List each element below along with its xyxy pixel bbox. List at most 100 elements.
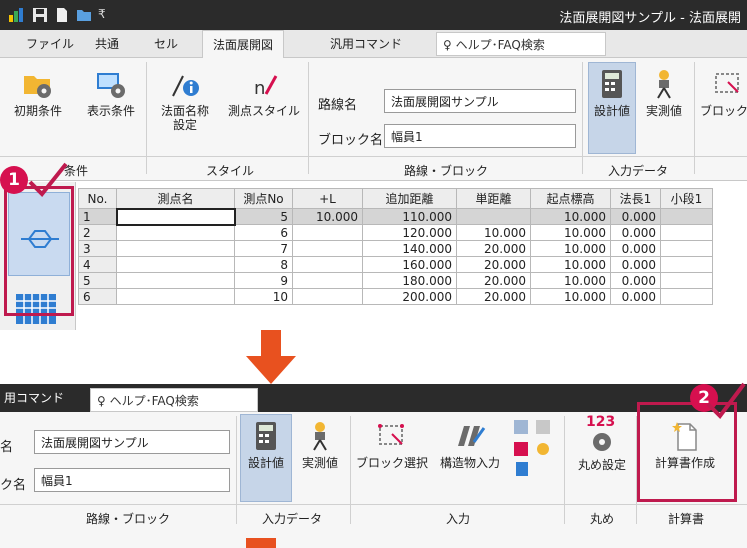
help-search-box[interactable]: ♀ ヘルプ･FAQ検索 — [90, 388, 258, 412]
arrow-tail — [246, 538, 276, 548]
ribbon-panel: 名 法面展開図サンプル ク名 幅員1 設計値 実測値 ブロック選択 構造物入力 … — [0, 412, 747, 548]
group-label-rounding: 丸め — [590, 512, 615, 526]
column-header[interactable]: No. — [78, 188, 117, 209]
column-header[interactable]: 法長1 — [610, 188, 661, 209]
window-title: 法面展開図サンプル - 法面展開 — [559, 11, 741, 26]
down-arrow-icon — [246, 330, 296, 384]
route-name-field[interactable]: 法面展開図サンプル — [384, 89, 576, 113]
ribbon-separator — [694, 62, 695, 174]
point-style-button[interactable]: n 測点スタイル — [224, 68, 304, 118]
tab-slope-development[interactable]: 法面展開図 — [202, 30, 285, 59]
help-search-box[interactable]: ♀ ヘルプ･FAQ検索 — [436, 32, 606, 56]
initial-conditions-button[interactable]: 初期条件 — [8, 68, 68, 118]
block-select-button[interactable]: ブロック選択 — [354, 420, 430, 470]
tab-general-commands[interactable]: 用コマンド — [4, 389, 64, 406]
group-label-route-block: 路線・ブロック — [86, 512, 171, 526]
tab-cell[interactable]: セル — [154, 35, 178, 52]
block-name-label: ク名 — [0, 478, 27, 493]
calculator-icon — [256, 422, 276, 450]
tab-file[interactable]: ファイル — [26, 35, 74, 52]
surveyor-icon — [657, 70, 671, 99]
customize-quick-access-icon[interactable]: ₹ — [98, 7, 114, 23]
help-search-placeholder: ヘルプ･FAQ検索 — [109, 394, 199, 408]
group-label-divider — [0, 156, 747, 157]
block-select-icon — [378, 424, 404, 445]
table-row[interactable]: 5 9 180.000 20.000 10.000 0.000 — [78, 272, 713, 289]
group-label-route-block: 路線・ブロック — [404, 164, 489, 178]
step1-highlight-frame — [4, 186, 74, 316]
tab-common[interactable]: 共通 — [95, 35, 119, 52]
table-row[interactable]: 6 10 200.000 20.000 10.000 0.000 — [78, 288, 713, 305]
design-value-button[interactable]: 設計値 — [588, 68, 636, 118]
monitor-gear-icon — [97, 73, 125, 98]
ribbon-separator — [236, 416, 237, 524]
table-header-row: No. 測点名 測点No +L 追加距離 単距離 起点標高 法長1 小段1 — [78, 188, 713, 209]
column-header[interactable]: 測点No — [234, 188, 293, 209]
ribbon-separator — [582, 62, 583, 174]
lightbulb-icon: ♀ — [443, 38, 452, 52]
surveyor-icon — [313, 422, 327, 451]
svg-text:123: 123 — [586, 414, 615, 430]
survey-point-table: No. 測点名 測点No +L 追加距離 単距離 起点標高 法長1 小段1 15… — [78, 188, 713, 305]
rounding-settings-button[interactable]: 123 丸め設定 — [570, 412, 634, 472]
ribbon-tabs-dark: 用コマンド ♀ ヘルプ･FAQ検索 — [0, 384, 747, 412]
column-header[interactable]: 起点標高 — [530, 188, 611, 209]
ribbon-separator — [350, 416, 351, 524]
group-label-style: スタイル — [206, 164, 255, 178]
step1-badge: 1 — [0, 166, 28, 194]
route-name-field[interactable]: 法面展開図サンプル — [34, 430, 230, 454]
column-header[interactable]: 単距離 — [456, 188, 531, 209]
block-select-button[interactable]: ブロック選 — [700, 68, 747, 118]
ribbon-separator — [308, 62, 309, 174]
ribbon-separator — [564, 416, 565, 524]
svg-text:n: n — [254, 78, 265, 99]
title-bar: ₹ 法面展開図サンプル - 法面展開 — [0, 0, 747, 30]
structure-pen-icon — [458, 426, 486, 446]
measured-value-button[interactable]: 実測値 — [296, 420, 344, 470]
import-export-icons[interactable] — [510, 418, 556, 478]
table-row[interactable]: 4 8 160.000 20.000 10.000 0.000 — [78, 256, 713, 273]
lightbulb-icon: ♀ — [97, 394, 106, 408]
bottom-screenshot: 用コマンド ♀ ヘルプ･FAQ検索 名 法面展開図サンプル ク名 幅員1 設計値… — [0, 384, 747, 548]
block-name-field[interactable]: 幅員1 — [34, 468, 230, 492]
open-folder-icon[interactable] — [76, 7, 92, 23]
column-header[interactable]: 小段1 — [660, 188, 713, 209]
selected-cell[interactable] — [115, 207, 236, 226]
calculator-icon — [602, 70, 622, 98]
group-label-divider — [0, 504, 747, 505]
help-search-placeholder: ヘルプ･FAQ検索 — [455, 38, 545, 52]
block-name-label: ブロック名 — [318, 133, 384, 148]
step2-check-icon — [706, 382, 746, 420]
table-row[interactable]: 3 7 140.000 20.000 10.000 0.000 — [78, 240, 713, 257]
tab-general-commands[interactable]: 汎用コマンド — [330, 35, 402, 52]
new-file-icon[interactable] — [54, 7, 70, 23]
design-value-button[interactable]: 設計値 — [242, 420, 290, 470]
column-header[interactable]: +L — [292, 188, 363, 209]
structure-input-button[interactable]: 構造物入力 — [432, 420, 508, 470]
ribbon-panel: 初期条件 表示条件 法面名称 設定 n 測点スタイル 路線名 法面展開図サンプル … — [0, 58, 747, 181]
route-name-label: 路線名 — [318, 98, 358, 113]
display-conditions-button[interactable]: 表示条件 — [80, 68, 142, 118]
table-row[interactable]: 1 5 10.000 110.000 10.000 0.000 — [78, 207, 713, 226]
folder-gear-icon — [24, 76, 51, 98]
top-screenshot: ₹ 法面展開図サンプル - 法面展開 ファイル 共通 セル 法面展開図 汎用コマ… — [0, 0, 747, 330]
group-label-input: 入力 — [446, 512, 471, 526]
column-header[interactable]: 測点名 — [116, 188, 235, 209]
save-icon[interactable] — [32, 7, 48, 23]
slope-name-settings-button[interactable]: 法面名称 設定 — [152, 68, 218, 132]
ribbon-separator — [146, 62, 147, 174]
block-name-field[interactable]: 幅員1 — [384, 124, 576, 148]
app-icon — [9, 8, 23, 22]
pencil-n-icon: n — [254, 75, 278, 99]
slope-info-icon — [172, 75, 199, 97]
route-name-label: 名 — [0, 440, 14, 455]
group-label-input-data: 入力データ — [262, 512, 323, 526]
rounding-123-gear-icon: 123 — [586, 414, 615, 451]
column-header[interactable]: 追加距離 — [362, 188, 457, 209]
block-select-icon — [715, 73, 739, 93]
group-label-input-data: 入力データ — [608, 164, 669, 178]
table-row[interactable]: 2 6 120.000 10.000 10.000 0.000 — [78, 224, 713, 241]
step1-check-icon — [28, 162, 68, 197]
measured-value-button[interactable]: 実測値 — [640, 68, 688, 118]
ribbon-tabs: ファイル 共通 セル 法面展開図 汎用コマンド ♀ ヘルプ･FAQ検索 — [0, 30, 747, 59]
